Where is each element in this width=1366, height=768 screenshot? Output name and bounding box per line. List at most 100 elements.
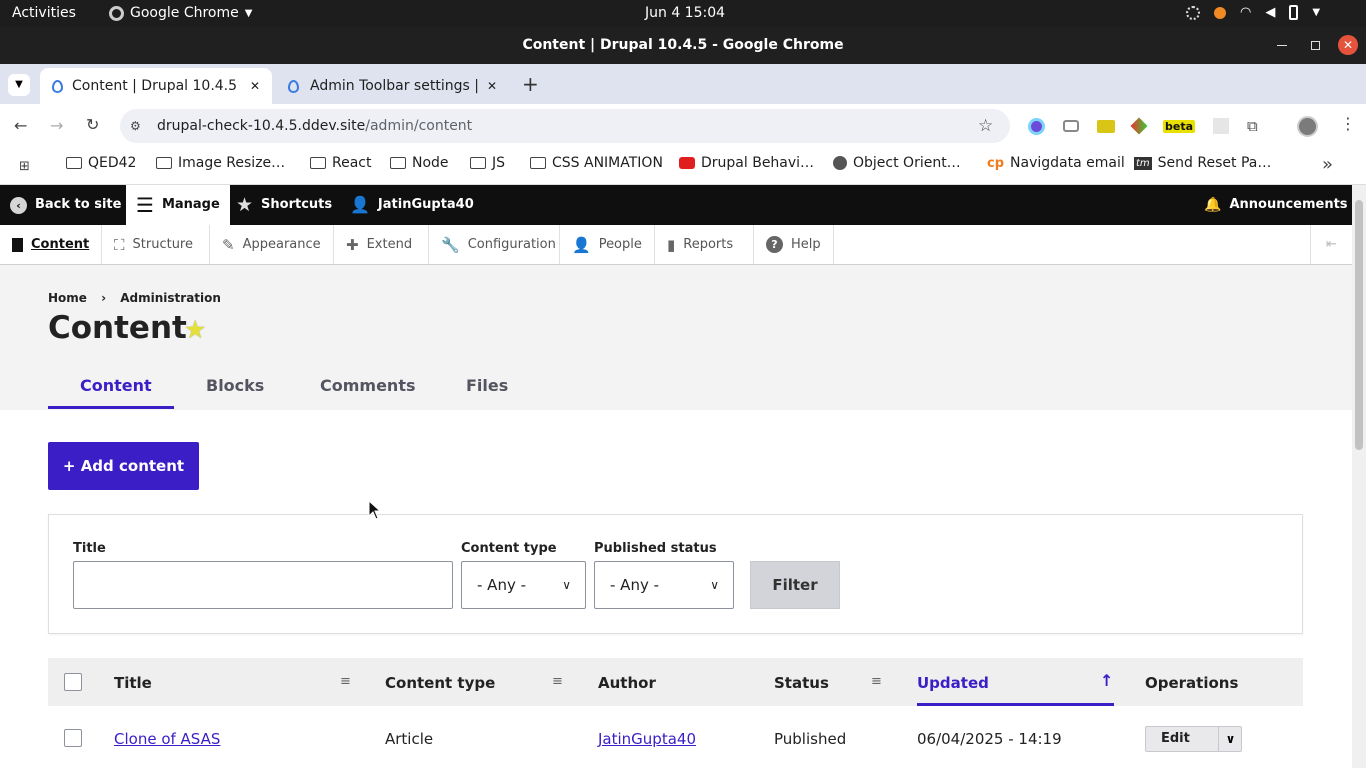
close-window-icon[interactable]: ✕ xyxy=(1338,35,1358,55)
tab-content[interactable]: Content | Drupal 10.4.5 ✕ xyxy=(40,68,272,104)
apps-grid-icon[interactable]: ⊞ xyxy=(19,159,30,174)
tab-primary-files[interactable]: Files xyxy=(466,376,508,395)
chrome-menu-icon[interactable]: ⋮ xyxy=(1340,114,1356,133)
bookmark-object-oriented[interactable]: Object Orient… xyxy=(833,155,961,171)
tray-item-structure[interactable]: ⛶ Structure xyxy=(102,225,210,264)
bookmark-qed42[interactable]: QED42 xyxy=(66,155,136,171)
reload-icon[interactable]: ↻ xyxy=(86,115,99,134)
shortcuts-tab[interactable]: ★ Shortcuts xyxy=(236,185,332,225)
bookmark-node[interactable]: Node xyxy=(390,155,449,171)
dropbutton-toggle-icon[interactable]: ∨ xyxy=(1218,727,1242,751)
more-bookmarks-icon[interactable]: » xyxy=(1322,154,1333,175)
th-operations: Operations xyxy=(1145,674,1239,692)
window-title: Content | Drupal 10.4.5 - Google Chrome xyxy=(0,27,1366,64)
tray-item-extend[interactable]: ✚ Extend xyxy=(334,225,429,264)
sort-icon[interactable]: ≡ xyxy=(552,674,563,689)
bookmark-send-reset[interactable]: tm Send Reset Pa… xyxy=(1134,155,1271,171)
system-tray[interactable]: ◠ ◀ ▼ xyxy=(1186,5,1320,20)
tray-label: Structure xyxy=(132,237,193,252)
bookmark-react[interactable]: React xyxy=(310,155,371,171)
activities-button[interactable]: Activities xyxy=(12,5,76,21)
th-title[interactable]: Title xyxy=(114,674,152,692)
tray-label: Appearance xyxy=(242,237,321,252)
window-controls: ✕ xyxy=(1271,35,1358,55)
add-content-button[interactable]: + Add content xyxy=(48,442,199,490)
close-tab-icon[interactable]: ✕ xyxy=(487,68,497,104)
tab-search-icon[interactable]: ▼ xyxy=(8,74,30,96)
sort-ascending-arrow-icon[interactable]: ↑ xyxy=(1100,671,1113,690)
row-author-link[interactable]: JatinGupta40 xyxy=(598,730,696,748)
tray-item-appearance[interactable]: ✎ Appearance xyxy=(210,225,334,264)
tray-item-reports[interactable]: ▮ Reports xyxy=(655,225,754,264)
bookmark-label: CSS ANIMATION xyxy=(552,155,663,171)
profile-avatar[interactable] xyxy=(1297,116,1318,137)
breadcrumb-home[interactable]: Home xyxy=(48,291,87,305)
site-info-icon[interactable]: ⚙ xyxy=(130,109,141,143)
battery-icon xyxy=(1289,5,1299,20)
breadcrumb-administration[interactable]: Administration xyxy=(120,291,221,305)
content-type-select[interactable]: - Any - ∨ xyxy=(461,561,586,609)
row-checkbox[interactable] xyxy=(64,729,82,747)
camera-icon[interactable] xyxy=(1063,120,1079,132)
shortcuts-label: Shortcuts xyxy=(261,197,333,212)
back-to-site-link[interactable]: ‹ Back to site xyxy=(10,185,121,225)
bookmark-star-icon[interactable]: ☆ xyxy=(978,109,993,143)
page-scrollbar[interactable] xyxy=(1352,185,1366,768)
th-updated[interactable]: Updated xyxy=(917,674,989,692)
bookmark-css-animation[interactable]: CSS ANIMATION xyxy=(530,155,663,171)
tray-item-people[interactable]: 👤 People xyxy=(560,225,655,264)
tray-item-help[interactable]: ? Help xyxy=(754,225,834,264)
bookmark-image-resize[interactable]: Image Resize… xyxy=(156,155,285,171)
app-menu[interactable]: Google Chrome ▼ xyxy=(109,5,252,21)
forward-arrow-icon[interactable]: → xyxy=(50,116,63,135)
new-tab-icon[interactable]: + xyxy=(522,72,539,96)
beta-extension-icon[interactable]: beta xyxy=(1163,119,1196,133)
edit-button[interactable]: Edit xyxy=(1161,731,1190,746)
maximize-icon[interactable] xyxy=(1311,40,1320,50)
collapse-tray-icon[interactable]: ⇤ xyxy=(1310,225,1352,264)
minimize-icon[interactable] xyxy=(1277,44,1287,46)
volume-icon: ◀ xyxy=(1265,5,1276,20)
title-filter-input[interactable] xyxy=(73,561,453,609)
hamburger-icon: ☰ xyxy=(136,193,154,217)
tab-admin-toolbar[interactable]: Admin Toolbar settings | ✕ xyxy=(280,68,510,104)
scrollbar-thumb[interactable] xyxy=(1355,200,1363,450)
select-all-checkbox[interactable] xyxy=(64,673,82,691)
tab-primary-content[interactable]: Content xyxy=(80,376,152,395)
filter-button[interactable]: Filter xyxy=(750,561,840,609)
address-bar[interactable]: ⚙ drupal-check-10.4.5.ddev.site/admin/co… xyxy=(120,109,1010,143)
published-status-select[interactable]: - Any - ∨ xyxy=(594,561,734,609)
extension-grey-icon[interactable] xyxy=(1213,118,1230,134)
row-title-link[interactable]: Clone of ASAS xyxy=(114,730,220,748)
bookmark-js[interactable]: JS xyxy=(470,155,505,171)
announcements-tab[interactable]: 🔔 Announcements xyxy=(1204,185,1348,225)
th-status[interactable]: Status xyxy=(774,674,829,692)
drupal-favicon-icon xyxy=(52,80,63,93)
breadcrumb-separator: › xyxy=(101,291,107,305)
pen-icon[interactable] xyxy=(1130,117,1148,135)
bookmark-navigdata[interactable]: cp Navigdata email xyxy=(987,155,1125,171)
manage-tab[interactable]: ☰ Manage xyxy=(126,185,230,225)
back-arrow-icon[interactable]: ← xyxy=(14,116,27,135)
tray-item-configuration[interactable]: 🔧 Configuration xyxy=(429,225,560,264)
url-path: /admin/content xyxy=(365,118,473,134)
extension-yellow-icon[interactable] xyxy=(1097,119,1115,133)
bookmark-drupal-behavior[interactable]: Drupal Behavi… xyxy=(679,155,814,171)
close-tab-icon[interactable]: ✕ xyxy=(250,68,260,104)
puzzle-extensions-icon[interactable]: ⧉ xyxy=(1247,117,1258,135)
tab-primary-comments[interactable]: Comments xyxy=(320,376,416,395)
th-content-type[interactable]: Content type xyxy=(385,674,495,692)
user-label: JatinGupta40 xyxy=(377,197,474,212)
clock[interactable]: Jun 4 15:04 xyxy=(645,5,725,21)
extension-color-icon[interactable] xyxy=(1028,117,1045,135)
sort-icon[interactable]: ≡ xyxy=(871,674,882,689)
shortcut-star-icon[interactable]: ★ xyxy=(184,315,206,344)
tab-primary-blocks[interactable]: Blocks xyxy=(206,376,264,395)
bookmarks-bar: ⊞ QED42 Image Resize… React Node JS CSS … xyxy=(0,149,1366,185)
tray-item-content[interactable]: Content xyxy=(0,225,102,264)
user-tab[interactable]: 👤 JatinGupta40 xyxy=(350,185,474,225)
bell-icon: 🔔 xyxy=(1204,197,1222,213)
folder-icon xyxy=(470,157,486,169)
bookmark-label: Image Resize… xyxy=(178,155,286,171)
sort-icon[interactable]: ≡ xyxy=(340,674,351,689)
